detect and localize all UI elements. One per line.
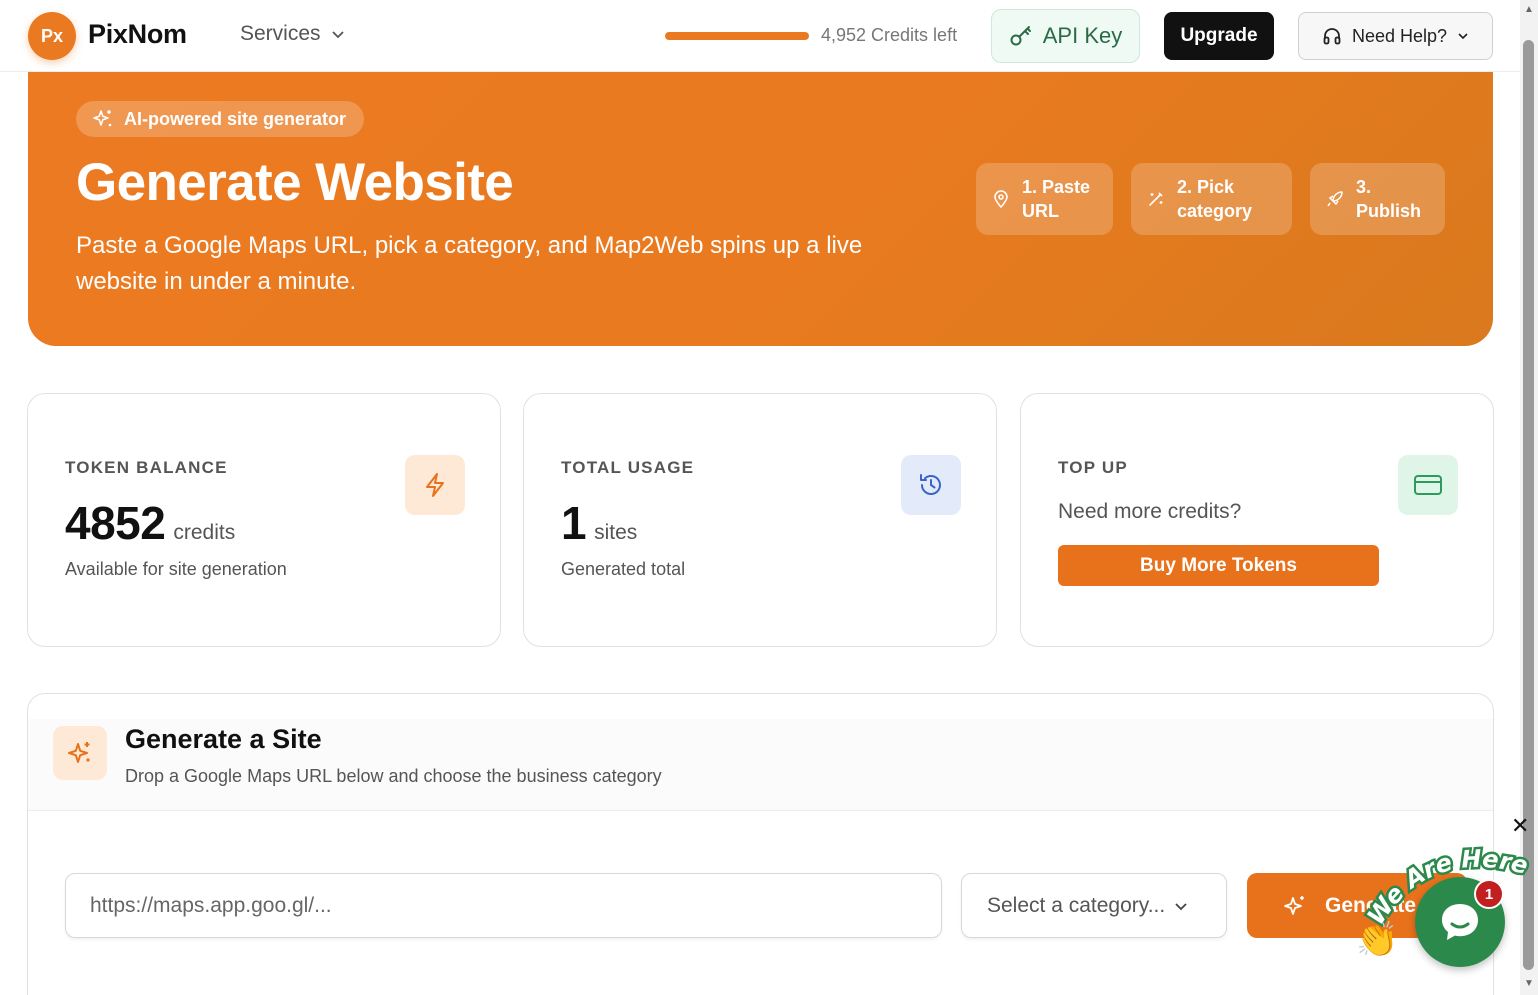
history-icon [901,455,961,515]
token-balance-value: 4852 credits [65,496,235,550]
map-pin-icon [992,190,1010,208]
step-1-line2: URL [1022,201,1059,221]
ai-pill-label: AI-powered site generator [124,108,347,129]
step-paste-url: 1. Paste URL [976,163,1113,235]
api-key-label: API Key [1042,23,1123,48]
generate-site-panel: Generate a Site Drop a Google Maps URL b… [27,693,1494,995]
credit-card-icon [1398,455,1458,515]
chevron-down-icon [331,31,344,39]
sparkles-icon [1284,895,1304,915]
step-2-line2: category [1177,201,1253,221]
sparkles-icon [93,110,112,127]
token-balance-label: TOKEN BALANCE [65,458,228,477]
wand-icon [1147,190,1165,208]
step-2-line1: 2. Pick [1177,177,1235,197]
page-title: Generate Website [76,153,514,212]
token-balance-desc: Available for site generation [65,559,287,579]
chevron-down-icon [1175,902,1187,910]
chevron-down-icon [1458,33,1468,40]
waving-hand-icon: 👏 [1356,921,1399,959]
token-balance-card: TOKEN BALANCE 4852 credits Available for… [27,393,501,647]
ai-pill-badge: AI-powered site generator [76,101,365,137]
top-up-label: TOP UP [1058,458,1128,477]
credits-progress-bar [665,32,809,40]
step-3-line2: Publish [1356,201,1422,221]
api-key-button[interactable]: API Key [991,9,1140,63]
total-usage-card: TOTAL USAGE 1 sites Generated total [523,393,997,647]
total-usage-label: TOTAL USAGE [561,458,695,477]
total-usage-number: 1 [561,497,587,549]
key-icon [1010,26,1031,46]
buy-more-tokens-button[interactable]: Buy More Tokens [1058,545,1379,586]
need-help-label: Need Help? [1351,25,1448,46]
rocket-icon [1326,190,1344,208]
lightning-icon [405,455,465,515]
hero-subtitle: Paste a Google Maps URL, pick a category… [76,232,863,295]
sparkles-icon [53,726,107,780]
step-1-line1: 1. Paste [1022,177,1091,197]
upgrade-button[interactable]: Upgrade [1164,12,1274,60]
headphones-icon [1323,28,1341,45]
category-select-value: Select a category... [987,893,1166,917]
total-usage-unit: sites [594,521,638,544]
category-select[interactable]: Select a category... [961,873,1227,938]
maps-url-input[interactable] [65,873,942,938]
chat-unread-badge: 1 [1474,879,1504,909]
need-help-button[interactable]: Need Help? [1298,12,1493,60]
step-3-line1: 3. [1356,177,1372,197]
logo-badge[interactable]: Px [28,12,76,60]
top-up-question: Need more credits? [1058,500,1242,523]
hero-banner: AI-powered site generator Generate Websi… [28,72,1493,346]
services-label: Services [240,22,321,45]
services-menu[interactable]: Services [240,22,345,46]
generate-site-subtitle: Drop a Google Maps URL below and choose … [125,766,662,786]
token-balance-unit: credits [173,521,236,544]
top-header: Px PixNom Services 4,952 Credits left AP… [0,0,1520,72]
token-balance-number: 4852 [65,497,166,549]
scroll-down-arrow-icon[interactable]: ▼ [1524,978,1534,989]
brand-name[interactable]: PixNom [88,19,187,50]
top-up-card: TOP UP Need more credits? Buy More Token… [1020,393,1494,647]
total-usage-desc: Generated total [561,559,686,579]
credits-left-text: 4,952 Credits left [821,25,958,45]
step-publish: 3. Publish [1310,163,1445,235]
step-pick-category: 2. Pick category [1131,163,1292,235]
total-usage-value: 1 sites [561,496,637,550]
scroll-up-arrow-icon[interactable]: ▲ [1524,4,1534,15]
generate-site-title: Generate a Site [125,724,322,754]
